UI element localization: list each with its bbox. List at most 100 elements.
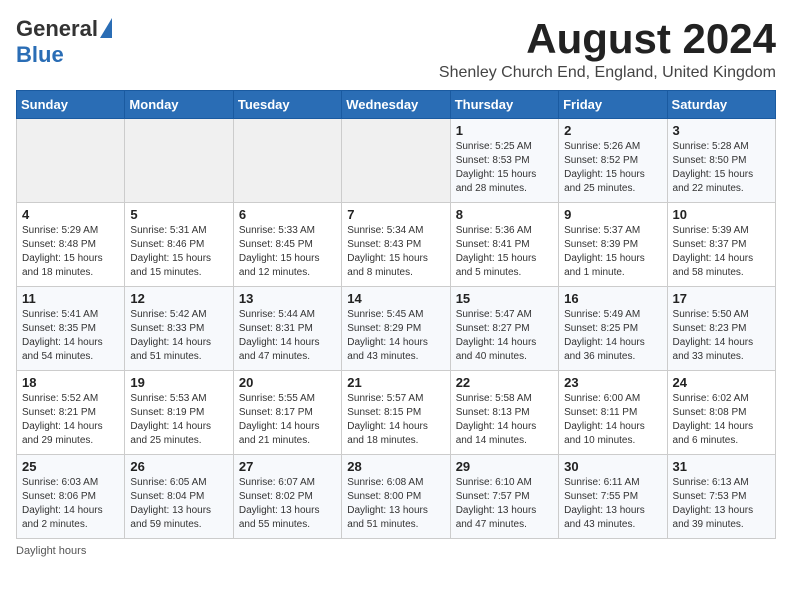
calendar-cell: 9Sunrise: 5:37 AM Sunset: 8:39 PM Daylig… (559, 203, 667, 287)
day-info: Sunrise: 5:28 AM Sunset: 8:50 PM Dayligh… (673, 140, 770, 196)
day-number: 9 (564, 207, 661, 222)
day-info: Sunrise: 5:57 AM Sunset: 8:15 PM Dayligh… (347, 392, 444, 448)
day-number: 21 (347, 375, 444, 390)
calendar-cell: 26 Sunrise: 6:05 AM Sunset: 8:04 PM Dayli… (125, 455, 233, 539)
day-number: 3 (673, 123, 770, 138)
calendar-cell: 31 Sunrise: 6:13 AM Sunset: 7:53 PM Dayli… (667, 455, 775, 539)
day-number: 8 (456, 207, 553, 222)
day-info: Sunrise: 5:39 AM Sunset: 8:37 PM Dayligh… (673, 224, 770, 280)
day-number: 14 (347, 291, 444, 306)
day-number: 11 (22, 291, 119, 306)
calendar-cell: 13Sunrise: 5:44 AM Sunset: 8:31 PM Dayli… (233, 287, 341, 371)
calendar-week-row: 4Sunrise: 5:29 AM Sunset: 8:48 PM Daylig… (17, 203, 776, 287)
header-day: Wednesday (342, 91, 450, 119)
day-number: 31 (673, 459, 770, 474)
header-day: Saturday (667, 91, 775, 119)
header-day: Thursday (450, 91, 558, 119)
day-number: 16 (564, 291, 661, 306)
day-info: Sunrise: 6:13 AM Sunset: 7:53 PM Dayligh… (673, 476, 770, 532)
day-number: 30 (564, 459, 661, 474)
month-title: August 2024 (439, 16, 776, 62)
calendar-cell: 22 Sunrise: 5:58 AM Sunset: 8:13 PM Dayli… (450, 371, 558, 455)
day-number: 4 (22, 207, 119, 222)
day-number: 22 (456, 375, 553, 390)
day-info: Sunrise: 5:25 AM Sunset: 8:53 PM Dayligh… (456, 140, 553, 196)
calendar-cell: 28 Sunrise: 6:08 AM Sunset: 8:00 PM Dayli… (342, 455, 450, 539)
title-area: August 2024 Shenley Church End, England,… (439, 16, 776, 82)
day-number: 2 (564, 123, 661, 138)
day-number: 25 (22, 459, 119, 474)
day-number: 23 (564, 375, 661, 390)
calendar-cell: 3 Sunrise: 5:28 AM Sunset: 8:50 PM Daylig… (667, 119, 775, 203)
calendar-cell: 12Sunrise: 5:42 AM Sunset: 8:33 PM Dayli… (125, 287, 233, 371)
calendar-cell (125, 119, 233, 203)
calendar-cell: 30Sunrise: 6:11 AM Sunset: 7:55 PM Dayli… (559, 455, 667, 539)
day-number: 24 (673, 375, 770, 390)
day-number: 19 (130, 375, 227, 390)
header-day: Monday (125, 91, 233, 119)
day-info: Sunrise: 5:49 AM Sunset: 8:25 PM Dayligh… (564, 308, 661, 364)
header-day: Friday (559, 91, 667, 119)
day-info: Sunrise: 5:31 AM Sunset: 8:46 PM Dayligh… (130, 224, 227, 280)
day-info: Sunrise: 5:52 AM Sunset: 8:21 PM Dayligh… (22, 392, 119, 448)
calendar-cell (342, 119, 450, 203)
day-number: 17 (673, 291, 770, 306)
calendar-cell: 25Sunrise: 6:03 AM Sunset: 8:06 PM Dayli… (17, 455, 125, 539)
day-info: Sunrise: 5:45 AM Sunset: 8:29 PM Dayligh… (347, 308, 444, 364)
header-day: Tuesday (233, 91, 341, 119)
day-info: Sunrise: 5:41 AM Sunset: 8:35 PM Dayligh… (22, 308, 119, 364)
calendar-week-row: 25Sunrise: 6:03 AM Sunset: 8:06 PM Dayli… (17, 455, 776, 539)
day-number: 15 (456, 291, 553, 306)
calendar-cell: 17 Sunrise: 5:50 AM Sunset: 8:23 PM Dayli… (667, 287, 775, 371)
day-info: Sunrise: 6:02 AM Sunset: 8:08 PM Dayligh… (673, 392, 770, 448)
calendar-cell: 19Sunrise: 5:53 AM Sunset: 8:19 PM Dayli… (125, 371, 233, 455)
day-number: 29 (456, 459, 553, 474)
calendar-cell: 16 Sunrise: 5:49 AM Sunset: 8:25 PM Dayli… (559, 287, 667, 371)
calendar-cell: 27 Sunrise: 6:07 AM Sunset: 8:02 PM Dayli… (233, 455, 341, 539)
day-info: Sunrise: 5:58 AM Sunset: 8:13 PM Dayligh… (456, 392, 553, 448)
calendar-cell: 23 Sunrise: 6:00 AM Sunset: 8:11 PM Dayli… (559, 371, 667, 455)
day-info: Sunrise: 6:08 AM Sunset: 8:00 PM Dayligh… (347, 476, 444, 532)
day-info: Sunrise: 6:07 AM Sunset: 8:02 PM Dayligh… (239, 476, 336, 532)
calendar-cell: 1 Sunrise: 5:25 AM Sunset: 8:53 PM Daylig… (450, 119, 558, 203)
day-number: 10 (673, 207, 770, 222)
calendar-cell (233, 119, 341, 203)
calendar-cell: 7 Sunrise: 5:34 AM Sunset: 8:43 PM Daylig… (342, 203, 450, 287)
logo-blue: Blue (16, 42, 64, 68)
calendar-cell: 14 Sunrise: 5:45 AM Sunset: 8:29 PM Dayli… (342, 287, 450, 371)
day-number: 1 (456, 123, 553, 138)
day-number: 12 (130, 291, 227, 306)
day-number: 13 (239, 291, 336, 306)
header-row: SundayMondayTuesdayWednesdayThursdayFrid… (17, 91, 776, 119)
calendar-cell: 5 Sunrise: 5:31 AM Sunset: 8:46 PM Daylig… (125, 203, 233, 287)
day-info: Sunrise: 6:00 AM Sunset: 8:11 PM Dayligh… (564, 392, 661, 448)
day-number: 27 (239, 459, 336, 474)
calendar-cell: 29 Sunrise: 6:10 AM Sunset: 7:57 PM Dayli… (450, 455, 558, 539)
calendar-cell: 8Sunrise: 5:36 AM Sunset: 8:41 PM Daylig… (450, 203, 558, 287)
calendar-cell: 21 Sunrise: 5:57 AM Sunset: 8:15 PM Dayli… (342, 371, 450, 455)
day-number: 7 (347, 207, 444, 222)
calendar-cell: 11 Sunrise: 5:41 AM Sunset: 8:35 PM Dayli… (17, 287, 125, 371)
calendar-cell: 24 Sunrise: 6:02 AM Sunset: 8:08 PM Dayli… (667, 371, 775, 455)
day-info: Sunrise: 5:33 AM Sunset: 8:45 PM Dayligh… (239, 224, 336, 280)
calendar-cell: 20Sunrise: 5:55 AM Sunset: 8:17 PM Dayli… (233, 371, 341, 455)
logo: General Blue (16, 16, 112, 68)
calendar-week-row: 1 Sunrise: 5:25 AM Sunset: 8:53 PM Daylig… (17, 119, 776, 203)
day-number: 28 (347, 459, 444, 474)
day-info: Sunrise: 6:10 AM Sunset: 7:57 PM Dayligh… (456, 476, 553, 532)
logo-general: General (16, 16, 98, 42)
logo-triangle-icon (100, 18, 112, 38)
calendar-cell: 18Sunrise: 5:52 AM Sunset: 8:21 PM Dayli… (17, 371, 125, 455)
day-number: 5 (130, 207, 227, 222)
footer-note: Daylight hours (16, 545, 776, 557)
calendar-cell: 2Sunrise: 5:26 AM Sunset: 8:52 PM Daylig… (559, 119, 667, 203)
day-info: Sunrise: 6:05 AM Sunset: 8:04 PM Dayligh… (130, 476, 227, 532)
day-info: Sunrise: 5:55 AM Sunset: 8:17 PM Dayligh… (239, 392, 336, 448)
day-number: 26 (130, 459, 227, 474)
day-info: Sunrise: 5:50 AM Sunset: 8:23 PM Dayligh… (673, 308, 770, 364)
calendar-table: SundayMondayTuesdayWednesdayThursdayFrid… (16, 90, 776, 539)
calendar-cell: 4Sunrise: 5:29 AM Sunset: 8:48 PM Daylig… (17, 203, 125, 287)
location-subtitle: Shenley Church End, England, United King… (439, 64, 776, 82)
calendar-cell: 10 Sunrise: 5:39 AM Sunset: 8:37 PM Dayli… (667, 203, 775, 287)
day-info: Sunrise: 5:34 AM Sunset: 8:43 PM Dayligh… (347, 224, 444, 280)
